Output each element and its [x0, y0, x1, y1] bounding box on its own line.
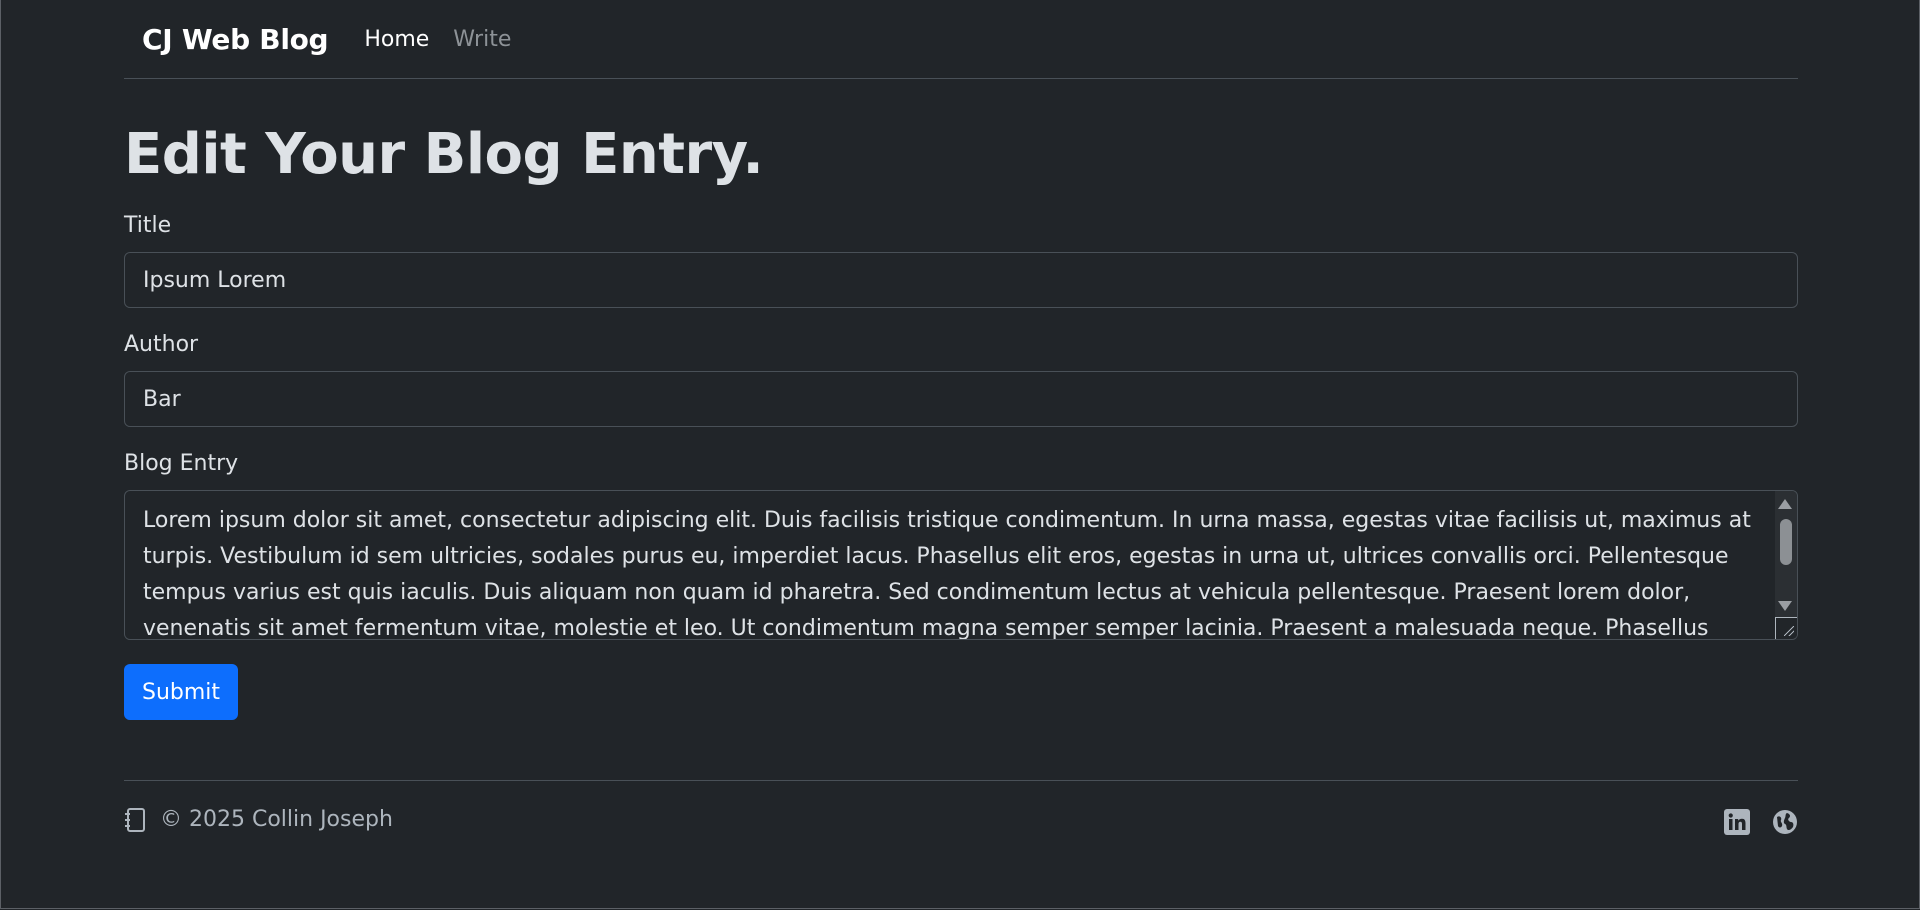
author-label: Author: [124, 332, 199, 357]
entry-label: Blog Entry: [124, 451, 239, 476]
scroll-up-arrow-icon[interactable]: [1778, 499, 1792, 509]
blog-entry-text: Lorem ipsum dolor sit amet, consectetur …: [143, 508, 1751, 640]
brand-link[interactable]: CJ Web Blog: [142, 23, 329, 56]
author-input[interactable]: Bar: [124, 371, 1798, 427]
copyright-text: © 2025 Collin Joseph: [160, 807, 393, 832]
edit-entry-form: Title Ipsum Lorem Author Bar Blog Entry …: [124, 213, 1798, 720]
navbar: CJ Web Blog Home Write: [124, 0, 1798, 79]
linkedin-icon[interactable]: [1724, 809, 1750, 835]
blog-entry-textarea[interactable]: Lorem ipsum dolor sit amet, consectetur …: [124, 490, 1798, 640]
page-container: CJ Web Blog Home Write Edit Your Blog En…: [124, 0, 1798, 835]
scroll-down-arrow-icon[interactable]: [1778, 601, 1792, 611]
globe-icon[interactable]: [1772, 809, 1798, 835]
nav-write-link[interactable]: Write: [453, 27, 511, 52]
scroll-thumb[interactable]: [1780, 519, 1792, 565]
footer: © 2025 Collin Joseph: [124, 780, 1798, 871]
footer-copyright-block: © 2025 Collin Joseph: [124, 807, 393, 832]
footer-social: [1702, 809, 1798, 835]
page-title: Edit Your Blog Entry.: [124, 122, 764, 187]
title-label: Title: [124, 213, 172, 238]
journal-icon: [124, 807, 146, 832]
nav-home-link[interactable]: Home: [364, 27, 429, 52]
title-input[interactable]: Ipsum Lorem: [124, 252, 1798, 308]
resize-handle-icon[interactable]: [1775, 617, 1797, 639]
submit-button[interactable]: Submit: [124, 664, 239, 720]
